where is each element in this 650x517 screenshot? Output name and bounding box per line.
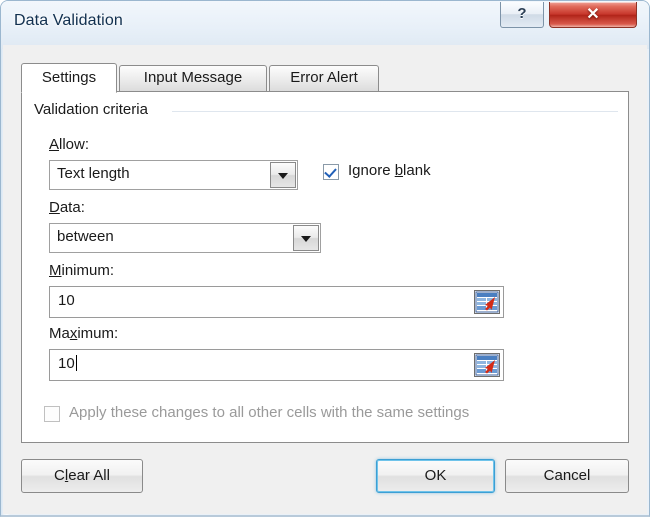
ignore-blank-label: Ignore blank <box>348 162 431 179</box>
minimum-label: Minimum: <box>49 262 114 279</box>
allow-label: Allow: <box>49 136 89 153</box>
cancel-button-label: Cancel <box>543 467 591 484</box>
tab-error-alert[interactable]: Error Alert <box>269 65 379 91</box>
maximum-input-value: 10 <box>58 355 75 372</box>
validation-criteria-group-label: Validation criteria <box>34 101 155 118</box>
collapse-dialog-icon <box>475 291 499 313</box>
apply-all-checkbox <box>44 406 60 422</box>
tab-input-message-label: Input Message <box>143 69 243 86</box>
apply-all-label: Apply these changes to all other cells w… <box>69 404 470 421</box>
ignore-blank-checkbox[interactable] <box>323 164 339 180</box>
help-button[interactable]: ? <box>500 2 544 28</box>
allow-label-suffix: llow: <box>59 136 90 153</box>
data-validation-dialog-window: Data Validation ? ✕ Settings Input Messa… <box>0 0 650 517</box>
cancel-button[interactable]: Cancel <box>505 459 629 493</box>
maximum-label: Maximum: <box>49 325 118 342</box>
clear-all-suffix: ear All <box>68 467 110 484</box>
question-mark-icon: ? <box>517 5 527 22</box>
allow-combobox-value: Text length <box>57 165 130 182</box>
minimum-label-suffix: inimum: <box>61 262 115 279</box>
window-title: Data Validation <box>14 12 123 29</box>
data-combobox-value: between <box>57 228 114 245</box>
ignore-blank-label-suffix: lank <box>403 162 431 179</box>
minimum-label-accel: M <box>49 262 62 279</box>
text-caret <box>75 355 77 371</box>
clear-all-button[interactable]: Clear All <box>21 459 143 493</box>
maximum-input-value-wrap: 10 <box>58 355 77 372</box>
ok-button-label: OK <box>424 467 447 484</box>
maximum-label-suffix: imum: <box>77 325 119 342</box>
tab-settings[interactable]: Settings <box>21 63 117 93</box>
allow-combobox[interactable]: Text length <box>49 160 298 190</box>
minimum-input[interactable]: 10 <box>49 286 504 318</box>
tab-settings-label: Settings <box>41 69 97 86</box>
data-label-accel: D <box>49 199 60 216</box>
chevron-down-icon[interactable] <box>293 225 319 251</box>
minimum-range-selector-button[interactable] <box>474 290 500 314</box>
dialog-body: Settings Input Message Error Alert Valid… <box>3 45 647 514</box>
allow-label-accel: A <box>49 136 60 153</box>
group-separator-line <box>172 111 618 112</box>
ignore-blank-label-accel: b <box>394 162 404 179</box>
minimum-input-value: 10 <box>58 292 75 309</box>
maximum-label-prefix: Ma <box>49 325 70 342</box>
data-combobox[interactable]: between <box>49 223 321 253</box>
ok-button[interactable]: OK <box>376 459 495 493</box>
tab-input-message[interactable]: Input Message <box>119 65 267 91</box>
maximum-range-selector-button[interactable] <box>474 353 500 377</box>
data-label: Data: <box>49 199 85 216</box>
maximum-input[interactable]: 10 <box>49 349 504 381</box>
close-icon: ✕ <box>586 6 600 23</box>
settings-tab-panel: Validation criteria Allow: Text length I… <box>21 91 629 443</box>
ignore-blank-label-prefix: Ignore <box>348 162 395 179</box>
data-label-suffix: ata: <box>59 199 85 216</box>
collapse-dialog-icon <box>475 354 499 376</box>
close-button[interactable]: ✕ <box>549 2 637 28</box>
chevron-down-icon[interactable] <box>270 162 296 188</box>
clear-all-prefix: C <box>54 467 65 484</box>
title-bar: Data Validation ? ✕ <box>1 1 649 45</box>
tab-error-alert-label: Error Alert <box>290 69 358 86</box>
